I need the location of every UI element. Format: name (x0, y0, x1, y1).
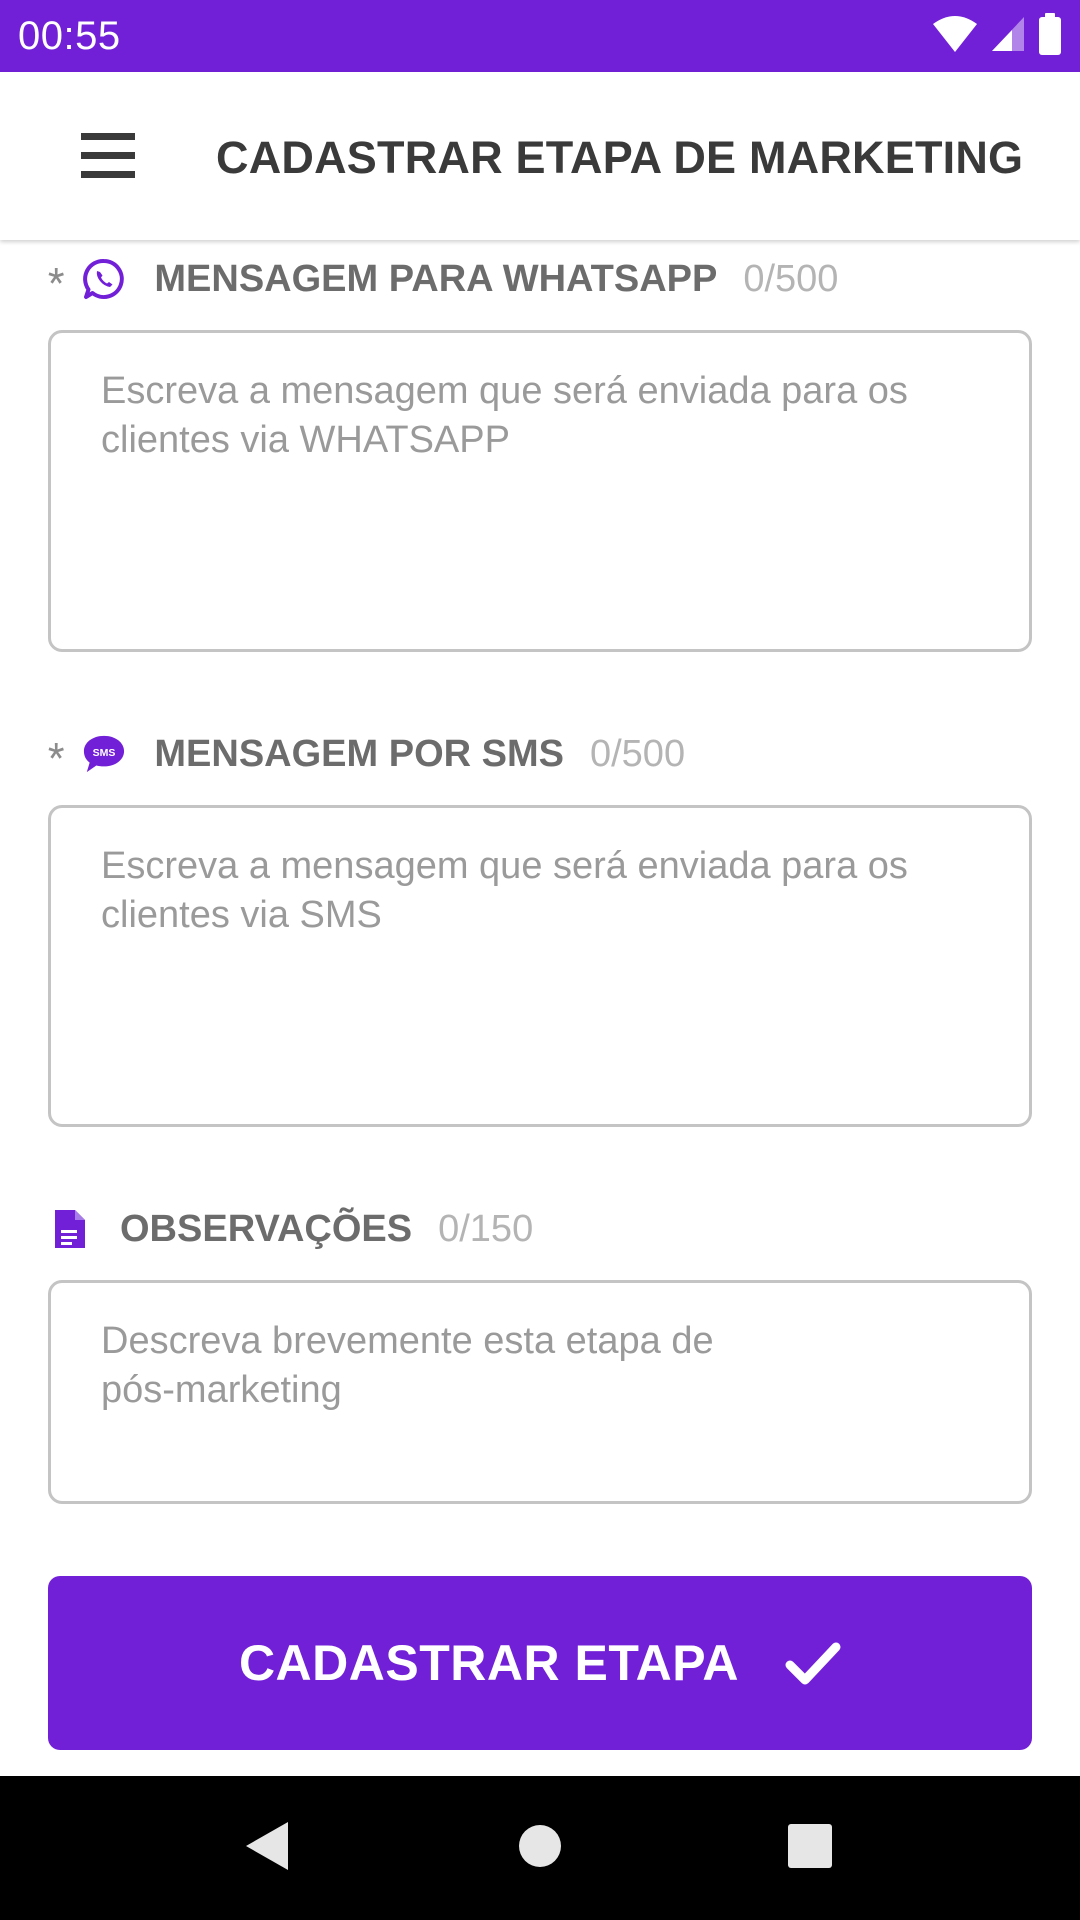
sms-icon-text: SMS (93, 747, 116, 759)
whatsapp-char-counter: 0/500 (743, 257, 839, 300)
wifi-icon (932, 14, 978, 58)
whatsapp-placeholder: Escreva a mensagem que será enviada para… (101, 370, 908, 461)
submit-stage-label: CADASTRAR ETAPA (238, 1635, 740, 1691)
document-icon (48, 1207, 92, 1251)
check-icon (785, 1635, 841, 1691)
sms-char-counter: 0/500 (589, 732, 686, 775)
status-icons (932, 13, 1062, 59)
menu-icon (81, 133, 135, 183)
notes-input[interactable]: Descreva brevemente esta etapa de pós-ma… (48, 1280, 1032, 1504)
whatsapp-message-input[interactable]: Escreva a mensagem que será enviada para… (48, 330, 1032, 652)
page-title: CADASTRAR ETAPA DE MARKETING (216, 132, 1024, 183)
sms-icon: SMS (82, 732, 126, 776)
navigation-bar (0, 1776, 1080, 1920)
form-content: * MENSAGEM PARA WHATSAPP 0/500 Escreva a… (0, 240, 1080, 1776)
back-icon (244, 1820, 290, 1876)
submit-stage-button[interactable]: CADASTRAR ETAPA (48, 1576, 1032, 1750)
sms-field-label: * SMS MENSAGEM POR SMS 0/500 (48, 726, 685, 782)
sms-label: MENSAGEM POR SMS (154, 732, 564, 775)
required-mark: * (48, 736, 65, 780)
status-time: 00:55 (18, 14, 121, 58)
notes-label: OBSERVAÇÕES (120, 1207, 413, 1250)
notes-char-counter: 0/150 (438, 1207, 534, 1250)
whatsapp-field-label: * MENSAGEM PARA WHATSAPP 0/500 (48, 251, 838, 307)
nav-recents-button[interactable] (730, 1776, 890, 1920)
app-bar: CADASTRAR ETAPA DE MARKETING (0, 72, 1080, 240)
battery-icon (1038, 13, 1062, 59)
sms-message-input[interactable]: Escreva a mensagem que será enviada para… (48, 805, 1032, 1127)
notes-placeholder: Descreva brevemente esta etapa de pós-ma… (101, 1320, 714, 1411)
nav-back-button[interactable] (187, 1776, 347, 1920)
recents-icon (787, 1823, 833, 1873)
home-icon (517, 1823, 563, 1873)
whatsapp-icon (82, 257, 126, 301)
sms-placeholder: Escreva a mensagem que será enviada para… (101, 845, 908, 936)
menu-button[interactable] (60, 122, 156, 194)
nav-home-button[interactable] (460, 1776, 620, 1920)
whatsapp-label: MENSAGEM PARA WHATSAPP (154, 257, 718, 300)
required-mark: * (48, 261, 65, 305)
signal-icon (990, 15, 1026, 57)
notes-field-label: OBSERVAÇÕES 0/150 (48, 1201, 533, 1257)
status-bar: 00:55 (0, 0, 1080, 72)
